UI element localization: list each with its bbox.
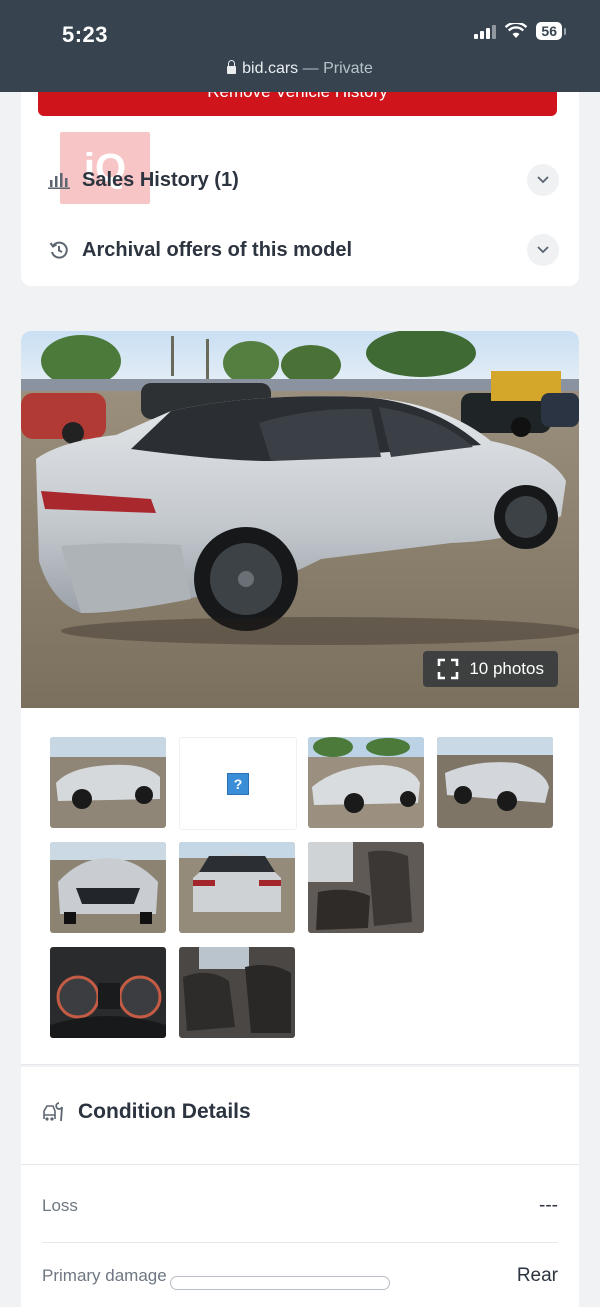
clock: 5:23	[62, 22, 109, 47]
sales-history-accordion[interactable]: Sales History (1)	[48, 160, 559, 200]
condition-details-card: Condition Details Loss --- Primary damag…	[21, 1067, 579, 1307]
status-bar: 5:23 56 bid.cars — Private	[0, 0, 600, 92]
thumbnail-interior-front[interactable]	[308, 842, 424, 933]
thumbnail-missing[interactable]: ?	[179, 737, 297, 830]
main-vehicle-photo[interactable]: 10 photos	[21, 331, 579, 708]
thumbnail-front-right[interactable]	[437, 737, 553, 828]
loss-value: ---	[539, 1195, 558, 1216]
car-repair-icon	[43, 1102, 63, 1122]
primary-damage-label: Primary damage	[42, 1266, 167, 1285]
wifi-icon	[505, 23, 528, 38]
damage-indicator-bar	[170, 1276, 390, 1290]
condition-details-title: Condition Details	[78, 1100, 251, 1123]
thumbnail-front[interactable]	[50, 842, 166, 933]
archival-offers-label: Archival offers of this model	[82, 238, 353, 261]
chevron-down-icon[interactable]	[527, 234, 559, 266]
sales-history-label: Sales History (1)	[82, 168, 239, 191]
fullscreen-icon	[438, 658, 459, 680]
thumbnail-front-left[interactable]	[50, 737, 166, 828]
url-domain: bid.cars	[242, 60, 299, 77]
chevron-down-icon[interactable]	[527, 164, 559, 196]
row-divider	[42, 1242, 558, 1243]
photos-count-label: 10 photos	[469, 659, 544, 678]
archival-offers-accordion[interactable]: Archival offers of this model	[48, 230, 559, 270]
thumbnail-rear[interactable]	[179, 842, 295, 933]
history-icon	[48, 239, 70, 261]
primary-damage-value: Rear	[516, 1265, 558, 1286]
thumbnail-interior-rear[interactable]	[179, 947, 295, 1038]
url-separator: —	[298, 60, 324, 77]
condition-divider	[21, 1164, 579, 1165]
battery-icon: 56	[536, 22, 566, 40]
gallery-divider	[21, 1064, 579, 1065]
loss-label: Loss	[42, 1196, 78, 1215]
condition-row-loss: Loss ---	[42, 1195, 558, 1217]
photos-count-badge[interactable]: 10 photos	[423, 651, 558, 687]
lock-icon	[227, 60, 237, 74]
status-icons: 56	[474, 22, 566, 40]
cellular-signal-icon	[474, 23, 497, 39]
thumbnail-rear-left[interactable]	[308, 737, 424, 828]
url-bar[interactable]: bid.cars — Private	[0, 60, 600, 78]
missing-image-icon: ?	[227, 772, 249, 795]
condition-details-header: Condition Details	[42, 1100, 251, 1124]
vehicle-history-card: Remove Vehicle History iQ Sales History …	[21, 80, 579, 286]
private-mode-label: Private	[323, 60, 373, 77]
bar-chart-icon	[48, 169, 70, 191]
thumbnail-dashboard[interactable]	[50, 947, 166, 1038]
photo-gallery-card: 10 photos ?	[21, 331, 579, 1065]
